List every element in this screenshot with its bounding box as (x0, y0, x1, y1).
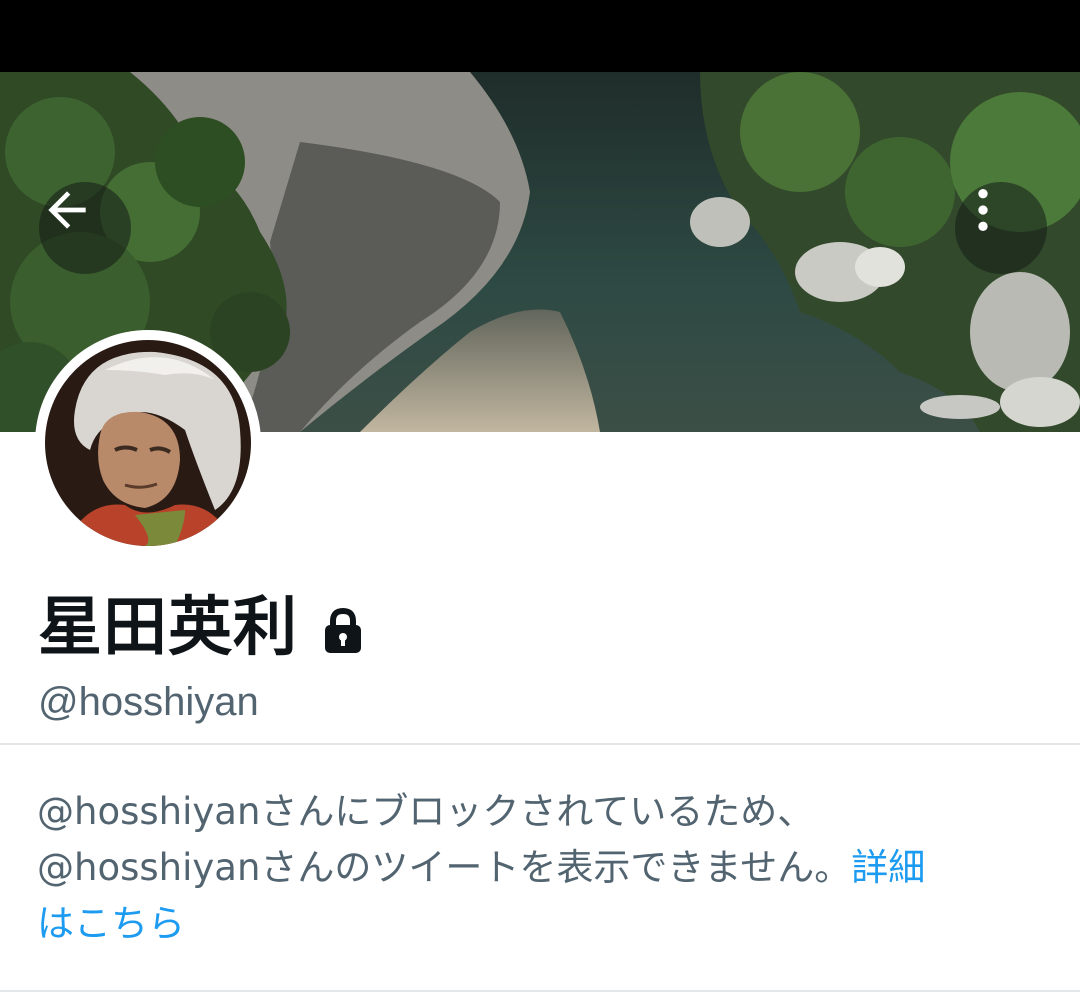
avatar[interactable] (35, 330, 261, 556)
profile-handle: @hosshiyan (38, 680, 259, 724)
back-button[interactable] (39, 182, 131, 274)
more-vertical-icon (978, 189, 988, 231)
blocked-notice: @hosshiyanさんにブロックされているため、 @hosshiyanさんのツ… (37, 784, 1037, 952)
status-bar (0, 0, 1080, 72)
avatar-image (45, 340, 251, 546)
learn-more-link-part-1[interactable]: 詳細 (851, 846, 925, 889)
divider (0, 743, 1080, 745)
blocked-notice-line-2-row: @hosshiyanさんのツイートを表示できません。詳細 (37, 840, 1037, 896)
more-options-button[interactable] (955, 182, 1047, 274)
divider (0, 990, 1080, 992)
blocked-notice-line-1: @hosshiyanさんにブロックされているため、 (37, 790, 815, 833)
lock-icon (325, 608, 361, 653)
arrow-left-icon (48, 191, 86, 229)
display-name: 星田英利 (38, 591, 298, 665)
learn-more-link-part-2[interactable]: はこちら (37, 896, 1037, 952)
blocked-notice-line-2: @hosshiyanさんのツイートを表示できません。 (37, 846, 852, 889)
profile-name-row: 星田英利 (38, 590, 364, 666)
